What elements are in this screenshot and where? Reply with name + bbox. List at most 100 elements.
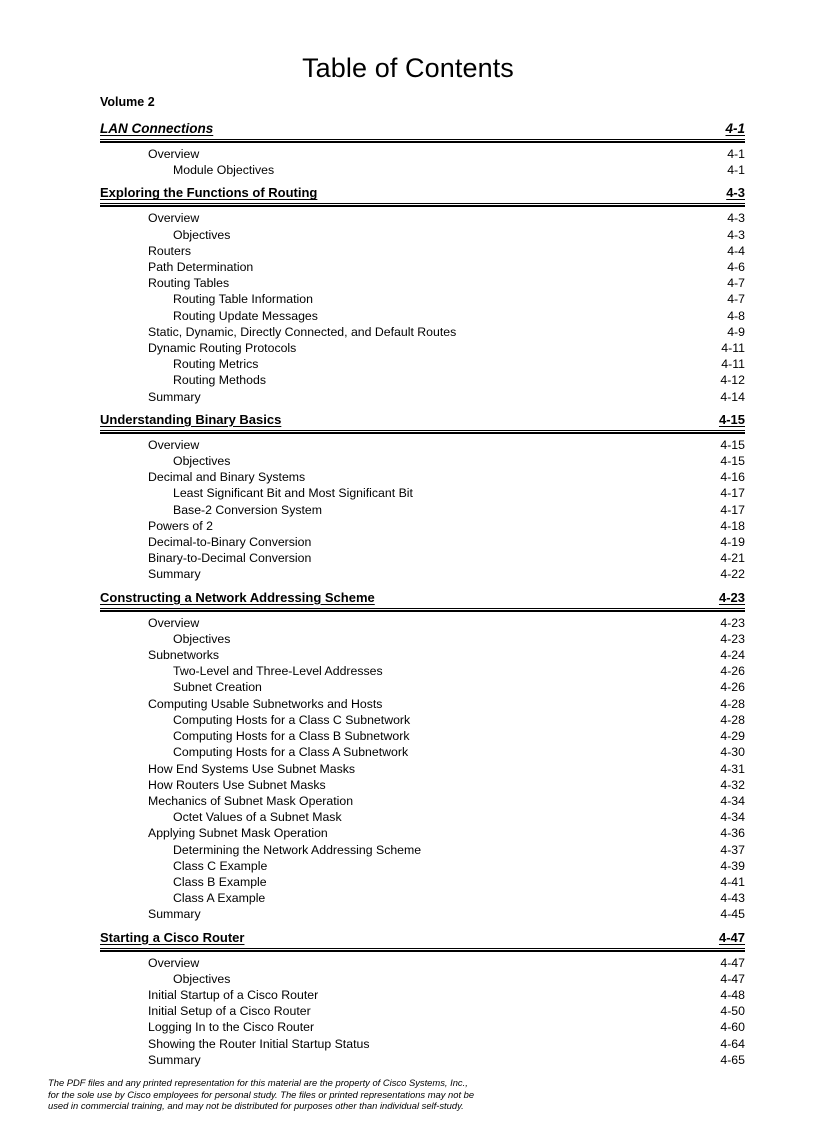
toc-entry-label: Objectives bbox=[173, 454, 231, 469]
toc-entry[interactable]: How End Systems Use Subnet Masks 4-31 bbox=[100, 761, 745, 777]
toc-entry[interactable]: Overview 4-15 bbox=[100, 437, 745, 453]
toc-entry-label: Least Significant Bit and Most Significa… bbox=[173, 486, 413, 501]
toc-entry-page: 4-18 bbox=[720, 518, 745, 533]
toc-entry[interactable]: Static, Dynamic, Directly Connected, and… bbox=[100, 324, 745, 340]
toc-entry[interactable]: Computing Hosts for a Class A Subnetwork… bbox=[100, 744, 745, 760]
toc-entry[interactable]: Summary 4-14 bbox=[100, 389, 745, 405]
toc-entry[interactable]: Summary 4-45 bbox=[100, 906, 745, 922]
toc-entry-page: 4-7 bbox=[727, 292, 745, 307]
rule-thick bbox=[100, 205, 745, 208]
toc-entry[interactable]: Module Objectives 4-1 bbox=[100, 162, 745, 178]
toc-entry-label: Overview bbox=[148, 147, 200, 161]
section-heading[interactable]: Constructing a Network Addressing Scheme… bbox=[100, 590, 745, 607]
toc-entry-page: 4-19 bbox=[720, 535, 745, 550]
toc-entry-label: Objectives bbox=[173, 631, 231, 646]
toc-entry[interactable]: Least Significant Bit and Most Significa… bbox=[100, 485, 745, 501]
section-heading[interactable]: Understanding Binary Basics 4-15 bbox=[100, 412, 745, 429]
toc-entry[interactable]: Objectives 4-47 bbox=[100, 971, 745, 987]
toc-entry[interactable]: Applying Subnet Mask Operation 4-36 bbox=[100, 825, 745, 841]
section-entry-list: Overview 4-3 Objectives 4-3 Routers 4-4 Path D… bbox=[100, 210, 745, 404]
toc-entry[interactable]: Two-Level and Three-Level Addresses 4-26 bbox=[100, 663, 745, 679]
toc-entry[interactable]: Routing Metrics 4-11 bbox=[100, 356, 745, 372]
module-heading[interactable]: LAN Connections 4-1 bbox=[100, 121, 745, 138]
section-heading-page: 4-15 bbox=[718, 411, 745, 427]
toc-entry[interactable]: Powers of 2 4-18 bbox=[100, 518, 745, 534]
heading-rule bbox=[100, 203, 745, 208]
toc-entry[interactable]: Overview 4-47 bbox=[100, 955, 745, 971]
toc-entry[interactable]: Decimal-to-Binary Conversion 4-19 bbox=[100, 534, 745, 550]
toc-entry[interactable]: Determining the Network Addressing Schem… bbox=[100, 842, 745, 858]
toc-entry-label: Routing Update Messages bbox=[173, 308, 318, 323]
toc-entry[interactable]: Computing Hosts for a Class B Subnetwork… bbox=[100, 728, 745, 744]
toc-entry[interactable]: Subnetworks 4-24 bbox=[100, 647, 745, 663]
toc-entry[interactable]: Path Determination 4-6 bbox=[100, 259, 745, 275]
toc-entry-page: 4-29 bbox=[720, 729, 745, 744]
toc-entry[interactable]: Summary 4-65 bbox=[100, 1052, 745, 1068]
heading-rule bbox=[100, 947, 745, 952]
section-heading[interactable]: Starting a Cisco Router 4-47 bbox=[100, 930, 745, 947]
toc-content: Volume 2 LAN Connections 4-1 Overview 4-1… bbox=[100, 94, 745, 1068]
toc-entry-label: Dynamic Routing Protocols bbox=[148, 341, 297, 356]
toc-entry[interactable]: Octet Values of a Subnet Mask 4-34 bbox=[100, 809, 745, 825]
toc-entry-label: Routing Tables bbox=[148, 276, 230, 291]
toc-entry-label: Summary bbox=[148, 1052, 201, 1067]
toc-entry[interactable]: Computing Usable Subnetworks and Hosts 4-… bbox=[100, 696, 745, 712]
toc-entry[interactable]: Routing Update Messages 4-8 bbox=[100, 308, 745, 324]
toc-entry-page: 4-23 bbox=[720, 615, 745, 630]
toc-entry-page: 4-26 bbox=[720, 680, 745, 695]
toc-entry-page: 4-47 bbox=[720, 955, 745, 970]
footer-line-1: The PDF files and any printed representa… bbox=[48, 1077, 468, 1088]
toc-entry[interactable]: Subnet Creation 4-26 bbox=[100, 679, 745, 695]
toc-entry-label: Overview bbox=[148, 211, 200, 226]
toc-entry[interactable]: Routers 4-4 bbox=[100, 243, 745, 259]
toc-entry[interactable]: Showing the Router Initial Startup Statu… bbox=[100, 1036, 745, 1052]
toc-entry-label: Octet Values of a Subnet Mask bbox=[173, 810, 342, 825]
toc-entry[interactable]: Objectives 4-15 bbox=[100, 453, 745, 469]
toc-entry[interactable]: Initial Startup of a Cisco Router 4-48 bbox=[100, 987, 745, 1003]
toc-entry-page: 4-23 bbox=[720, 631, 745, 646]
toc-entry-page: 4-6 bbox=[727, 260, 745, 275]
toc-entry-label: Mechanics of Subnet Mask Operation bbox=[148, 793, 354, 808]
footer-line-3: used in commercial training, and may not… bbox=[48, 1100, 464, 1112]
toc-entry-label: Objectives bbox=[173, 971, 231, 986]
toc-entry[interactable]: Class C Example 4-39 bbox=[100, 858, 745, 874]
toc-entry[interactable]: Initial Setup of a Cisco Router 4-50 bbox=[100, 1003, 745, 1019]
toc-entry-label: Summary bbox=[148, 567, 201, 582]
section-heading[interactable]: Exploring the Functions of Routing 4-3 bbox=[100, 185, 745, 202]
toc-entry-page: 4-14 bbox=[720, 389, 745, 404]
toc-entry[interactable]: Routing Methods 4-12 bbox=[100, 372, 745, 388]
toc-entry-page: 4-3 bbox=[727, 211, 745, 226]
toc-entry[interactable]: Class B Example 4-41 bbox=[100, 874, 745, 890]
toc-entry[interactable]: Routing Table Information 4-7 bbox=[100, 291, 745, 307]
toc-entry[interactable]: How Routers Use Subnet Masks 4-32 bbox=[100, 777, 745, 793]
toc-entry[interactable]: Base-2 Conversion System 4-17 bbox=[100, 502, 745, 518]
toc-entry[interactable]: Objectives 4-23 bbox=[100, 631, 745, 647]
toc-entry[interactable]: Objectives 4-3 bbox=[100, 227, 745, 243]
toc-entry[interactable]: Binary-to-Decimal Conversion 4-21 bbox=[100, 550, 745, 566]
toc-entry-label: Path Determination bbox=[148, 260, 254, 275]
toc-entry[interactable]: Decimal and Binary Systems 4-16 bbox=[100, 469, 745, 485]
toc-entry-page: 4-21 bbox=[720, 551, 745, 566]
module-heading-page: 4-1 bbox=[725, 121, 745, 136]
toc-entry-page: 4-3 bbox=[727, 227, 745, 242]
toc-entry-label: Overview bbox=[148, 615, 200, 630]
toc-entry-label: Module Objectives bbox=[173, 163, 275, 178]
toc-entry-page: 4-11 bbox=[721, 341, 745, 356]
toc-entry-page: 4-15 bbox=[720, 454, 745, 469]
toc-entry-label: Summary bbox=[148, 907, 201, 922]
toc-entry-label: How End Systems Use Subnet Masks bbox=[148, 761, 356, 776]
toc-entry[interactable]: Computing Hosts for a Class C Subnetwork… bbox=[100, 712, 745, 728]
toc-entry-label: Decimal and Binary Systems bbox=[148, 470, 306, 485]
toc-entry[interactable]: Summary 4-22 bbox=[100, 566, 745, 582]
toc-entry[interactable]: Overview 4-1 bbox=[100, 146, 745, 162]
toc-entry-label: Computing Hosts for a Class B Subnetwork bbox=[173, 729, 410, 744]
toc-entry-label: Routing Table Information bbox=[173, 292, 313, 307]
toc-entry[interactable]: Mechanics of Subnet Mask Operation 4-34 bbox=[100, 793, 745, 809]
toc-entry[interactable]: Routing Tables 4-7 bbox=[100, 275, 745, 291]
toc-entry-label: Subnetworks bbox=[148, 648, 220, 663]
toc-entry[interactable]: Logging In to the Cisco Router 4-60 bbox=[100, 1019, 745, 1035]
toc-entry[interactable]: Class A Example 4-43 bbox=[100, 890, 745, 906]
toc-entry[interactable]: Overview 4-23 bbox=[100, 615, 745, 631]
toc-entry[interactable]: Dynamic Routing Protocols 4-11 bbox=[100, 340, 745, 356]
toc-entry[interactable]: Overview 4-3 bbox=[100, 210, 745, 226]
